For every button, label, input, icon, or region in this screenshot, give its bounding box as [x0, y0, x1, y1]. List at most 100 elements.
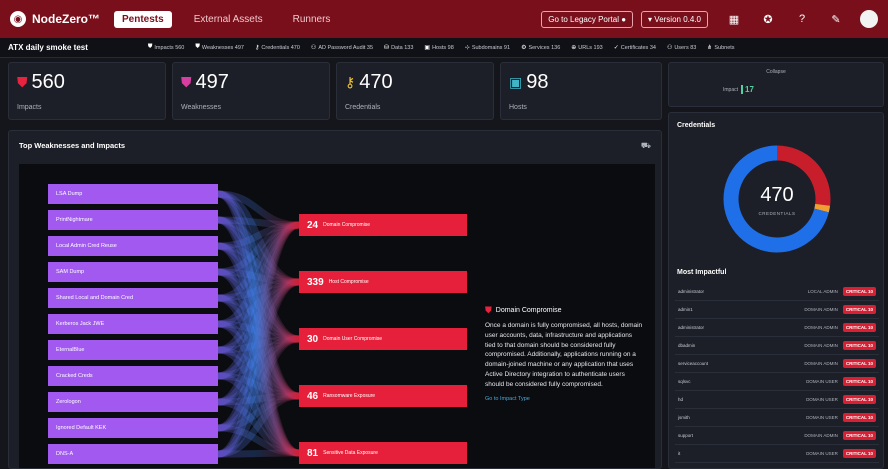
sankey-target-node[interactable]: 30 Domain User Compromise: [299, 328, 467, 350]
table-row[interactable]: serviceaccount DOMAIN ADMIN CRITICAL 10: [675, 355, 879, 373]
sankey-target-node[interactable]: 81 Sensitive Data Exposure: [299, 442, 467, 464]
sankey-source-node[interactable]: PrintNightmare: [48, 210, 218, 230]
chip-users[interactable]: ⚇ Users 83: [667, 44, 696, 52]
credential-role: DOMAIN ADMIN: [804, 433, 838, 438]
chip-label: Credentials 470: [261, 44, 300, 51]
chip-impacts[interactable]: ⛊ Impacts 560: [148, 44, 184, 51]
impacts-value: 560: [31, 71, 65, 93]
legacy-portal-button[interactable]: Go to Legacy Portal ●: [541, 10, 634, 28]
table-row[interactable]: jsmith DOMAIN USER CRITICAL 10: [675, 409, 879, 427]
calendar-icon[interactable]: ▦: [726, 11, 742, 27]
hosts-value: 98: [526, 71, 549, 93]
table-row[interactable]: sqlsvc DOMAIN USER CRITICAL 10: [675, 373, 879, 391]
target-count: 46: [307, 390, 319, 402]
chip-label: Impacts 560: [154, 44, 185, 51]
impacts-label: Impacts: [17, 104, 42, 111]
net-icon: ⊹: [464, 45, 470, 51]
sankey-source-node[interactable]: SAM Dump: [48, 262, 218, 282]
table-row[interactable]: dbadmin DOMAIN ADMIN CRITICAL 10: [675, 337, 879, 355]
sankey-target-node[interactable]: 339 Host Compromise: [299, 271, 467, 293]
target-label: Host Compromise: [328, 279, 369, 285]
sankey-source-node[interactable]: Cracked Creds: [48, 366, 218, 386]
impact-description-body: Once a domain is fully compromised, all …: [485, 322, 643, 388]
sankey-target-node[interactable]: 46 Ransomware Exposure: [299, 385, 467, 407]
chip-weaknesses[interactable]: ⛊ Weaknesses 497: [195, 44, 244, 51]
tab-runners[interactable]: Runners: [285, 11, 339, 28]
chip-hosts[interactable]: ▣ Hosts 98: [424, 44, 453, 52]
credential-name: admin1: [678, 307, 693, 312]
chip-certificates[interactable]: ✓ Certificates 34: [613, 44, 656, 52]
help-icon[interactable]: ?: [794, 11, 810, 27]
credential-name: administrator: [678, 325, 705, 330]
chip-subdomains[interactable]: ⊹ Subdomains 91: [464, 44, 511, 52]
tab-pentests[interactable]: Pentests: [114, 10, 172, 28]
expand-icon[interactable]: ⛟: [641, 141, 651, 151]
chip-subnets[interactable]: ⋔ Subnets: [707, 44, 734, 52]
sankey-source-node[interactable]: Kerberos Jack JWE: [48, 314, 218, 334]
critical-badge: CRITICAL 10: [842, 413, 876, 422]
hosts-card[interactable]: ▣ 98 Hosts: [500, 62, 662, 120]
chip-label: Subdomains 91: [471, 44, 511, 51]
go-to-impact-type-link[interactable]: Go to Impact Type: [485, 396, 643, 402]
host-icon: ▣: [424, 45, 431, 51]
weaknesses-label: Weaknesses: [181, 104, 221, 111]
table-row[interactable]: admin1 DOMAIN ADMIN CRITICAL 10: [675, 301, 879, 319]
brand-name: NodeZero™: [32, 12, 101, 26]
sankey-chart: ⛊ Domain Compromise Once a domain is full…: [19, 164, 655, 468]
chip-urls[interactable]: ⊕ URLs 193: [571, 44, 603, 52]
brand[interactable]: ◉ NodeZero™: [10, 11, 100, 27]
impact-description-title: Domain Compromise: [495, 307, 562, 314]
key-icon: ⚷: [345, 74, 356, 90]
shield-icon: ⛊: [17, 74, 28, 90]
credentials-panel-title: Credentials: [677, 122, 716, 129]
table-row[interactable]: administrator LOCAL ADMIN CRITICAL 10: [675, 283, 879, 301]
impact-collapse-panel: Collapse Impact 17: [668, 62, 884, 107]
settings-icon[interactable]: ✪: [760, 11, 776, 27]
chip-data[interactable]: ⛁ Data 133: [384, 44, 413, 52]
avatar[interactable]: [860, 10, 878, 28]
table-row[interactable]: hd DOMAIN USER CRITICAL 10: [675, 391, 879, 409]
sankey-source-node[interactable]: LSA Dump: [48, 184, 218, 204]
sankey-source-node[interactable]: Ignored Default KEK: [48, 418, 218, 438]
pentest-subbar: ATX daily smoke test ⛊ Impacts 560 ⛊ Weakne…: [0, 38, 888, 58]
impact-mini-stat: Impact 17: [723, 85, 754, 94]
table-row[interactable]: it DOMAIN USER CRITICAL 10: [675, 445, 879, 463]
critical-badge: CRITICAL 10: [842, 305, 876, 314]
sankey-target-node[interactable]: 24 Domain Compromise: [299, 214, 467, 236]
db-icon: ⛁: [384, 45, 390, 51]
key-icon: ⚷: [254, 45, 260, 51]
notifications-icon[interactable]: ✎: [828, 11, 844, 27]
weaknesses-card[interactable]: ⛊ 497 Weaknesses: [172, 62, 330, 120]
target-count: 81: [307, 447, 319, 459]
most-impactful-title: Most Impactful: [677, 269, 727, 276]
tab-external-assets[interactable]: External Assets: [186, 11, 271, 28]
credential-name: serviceaccount: [678, 361, 709, 366]
table-row[interactable]: support DOMAIN ADMIN CRITICAL 10: [675, 427, 879, 445]
nav-right: Go to Legacy Portal ● ▾ Version 0.4.0 ▦ …: [541, 10, 878, 28]
top-nav: ◉ NodeZero™ Pentests External Assets Run…: [0, 0, 888, 38]
impacts-card[interactable]: ⛊ 560 Impacts: [8, 62, 166, 120]
target-count: 30: [307, 333, 319, 345]
credential-role: DOMAIN ADMIN: [804, 343, 838, 348]
critical-badge: CRITICAL 10: [842, 431, 876, 440]
credential-name: dbadmin: [678, 343, 696, 348]
table-row[interactable]: administrator DOMAIN ADMIN CRITICAL 10: [675, 319, 879, 337]
chip-services[interactable]: ⚙ Services 136: [521, 44, 560, 52]
target-label: Sensitive Data Exposure: [323, 450, 378, 456]
target-label: Ransomware Exposure: [323, 393, 376, 399]
sankey-source-node[interactable]: EternalBlue: [48, 340, 218, 360]
sankey-source-node[interactable]: DNS-A: [48, 444, 218, 464]
sankey-source-node[interactable]: Zerologon: [48, 392, 218, 412]
cert-icon: ✓: [613, 45, 619, 51]
chip-ad-password-audit[interactable]: ⚇ AD Password Audit 35: [311, 44, 373, 52]
target-label: Domain User Compromise: [323, 336, 383, 342]
url-icon: ⊕: [571, 45, 577, 51]
nodezero-logo-icon: ◉: [10, 11, 26, 27]
version-button[interactable]: ▾ Version 0.4.0: [641, 10, 708, 28]
sankey-source-node[interactable]: Shared Local and Domain Cred: [48, 288, 218, 308]
chip-credentials[interactable]: ⚷ Credentials 470: [254, 44, 300, 52]
sankey-source-node[interactable]: Local Admin Cred Reuse: [48, 236, 218, 256]
collapse-toggle[interactable]: Collapse: [669, 69, 883, 75]
chip-label: URLs 193: [578, 44, 603, 51]
credentials-card[interactable]: ⚷ 470 Credentials: [336, 62, 494, 120]
